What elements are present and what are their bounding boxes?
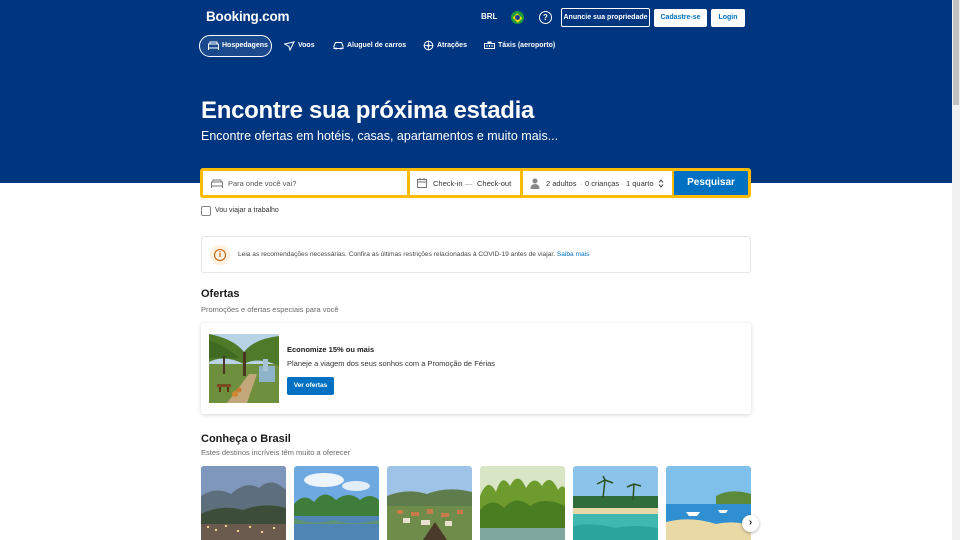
- destination-input[interactable]: Para onde você vai?: [203, 171, 407, 195]
- bed-icon: [211, 179, 223, 188]
- children-count: 0 crianças: [585, 178, 620, 188]
- work-trip-label: Vou viajar a trabalho: [215, 207, 279, 214]
- offer-image[interactable]: [209, 334, 279, 403]
- tab-airport-taxis-label: Táxis (aeroporto): [498, 42, 556, 49]
- checkout-label: Check-out: [477, 178, 512, 188]
- covid-alert: i Leia as recomendações necessárias. Con…: [201, 236, 751, 273]
- destination-card[interactable]: [666, 466, 751, 540]
- help-icon[interactable]: ?: [539, 11, 552, 24]
- offer-heading: Economize 15% ou mais: [287, 345, 375, 354]
- brazil-subtitle: Estes destinos incríveis têm muito a ofe…: [201, 448, 351, 457]
- info-icon: i: [210, 245, 230, 265]
- destination-placeholder: Para onde você vai?: [228, 178, 297, 188]
- tab-stays-label: Hospedagens: [222, 42, 268, 49]
- offer-card: Economize 15% ou mais Planeje a viagem d…: [201, 323, 751, 414]
- register-button[interactable]: Cadastre-se: [654, 9, 707, 27]
- tab-car-rental-label: Aluguel de carros: [347, 42, 407, 49]
- see-offers-button[interactable]: Ver ofertas: [287, 377, 334, 395]
- list-property-button[interactable]: Anuncie sua propriedade: [561, 8, 650, 27]
- attractions-icon: [423, 40, 434, 51]
- learn-more-link[interactable]: Saiba mais: [557, 251, 590, 258]
- hero-subtitle: Encontre ofertas em hotéis, casas, apart…: [201, 129, 559, 143]
- search-bar: Para onde você vai? Check-in — Check-out…: [200, 168, 751, 198]
- top-bar: Booking.com BRL ? Anuncie sua propriedad…: [201, 6, 751, 30]
- tab-flights-label: Voos: [298, 42, 315, 49]
- tab-stays[interactable]: Hospedagens: [199, 35, 272, 57]
- destination-card[interactable]: [573, 466, 658, 540]
- calendar-icon: [417, 178, 427, 188]
- carousel-next-button[interactable]: ›: [742, 515, 759, 532]
- bed-icon: [208, 41, 219, 50]
- date-separator: —: [465, 178, 473, 188]
- scrollbar-thumb[interactable]: [953, 0, 959, 105]
- adults-count: 2 adultos: [546, 178, 577, 188]
- plane-icon: [284, 41, 295, 51]
- taxi-icon: [484, 41, 495, 49]
- rooms-count: 1 quarto: [626, 178, 654, 188]
- checkin-label: Check-in: [433, 178, 463, 188]
- destination-card[interactable]: [294, 466, 379, 540]
- login-button[interactable]: Login: [711, 9, 745, 27]
- person-icon: [530, 178, 540, 189]
- offer-description: Planeje a viagem dos seus sonhos com a P…: [287, 359, 496, 368]
- hero-title: Encontre sua próxima estadia: [201, 97, 535, 124]
- currency-selector[interactable]: BRL: [481, 12, 497, 21]
- offers-title: Ofertas: [201, 288, 240, 300]
- brazil-flag-icon[interactable]: [511, 11, 524, 24]
- tab-attractions-label: Atrações: [437, 42, 467, 49]
- destination-card[interactable]: [387, 466, 472, 540]
- guests-selector[interactable]: 2 adultos · 0 crianças · 1 quarto: [523, 171, 672, 195]
- chevron-updown-icon: [658, 179, 664, 188]
- page-scrollbar[interactable]: [952, 0, 960, 540]
- search-button[interactable]: Pesquisar: [674, 171, 748, 195]
- guest-separator: ·: [580, 178, 583, 188]
- destination-card[interactable]: [480, 466, 565, 540]
- offers-subtitle: Promoções e ofertas especiais para você: [201, 305, 339, 314]
- car-icon: [333, 42, 344, 50]
- date-picker[interactable]: Check-in — Check-out: [410, 171, 520, 195]
- alert-text: Leia as recomendações necessárias. Confi…: [238, 250, 590, 258]
- brazil-title: Conheça o Brasil: [201, 433, 291, 445]
- guest-separator: ·: [621, 178, 624, 188]
- destination-card[interactable]: [201, 466, 286, 540]
- work-trip-checkbox[interactable]: [201, 206, 211, 216]
- booking-logo[interactable]: Booking.com: [206, 9, 290, 24]
